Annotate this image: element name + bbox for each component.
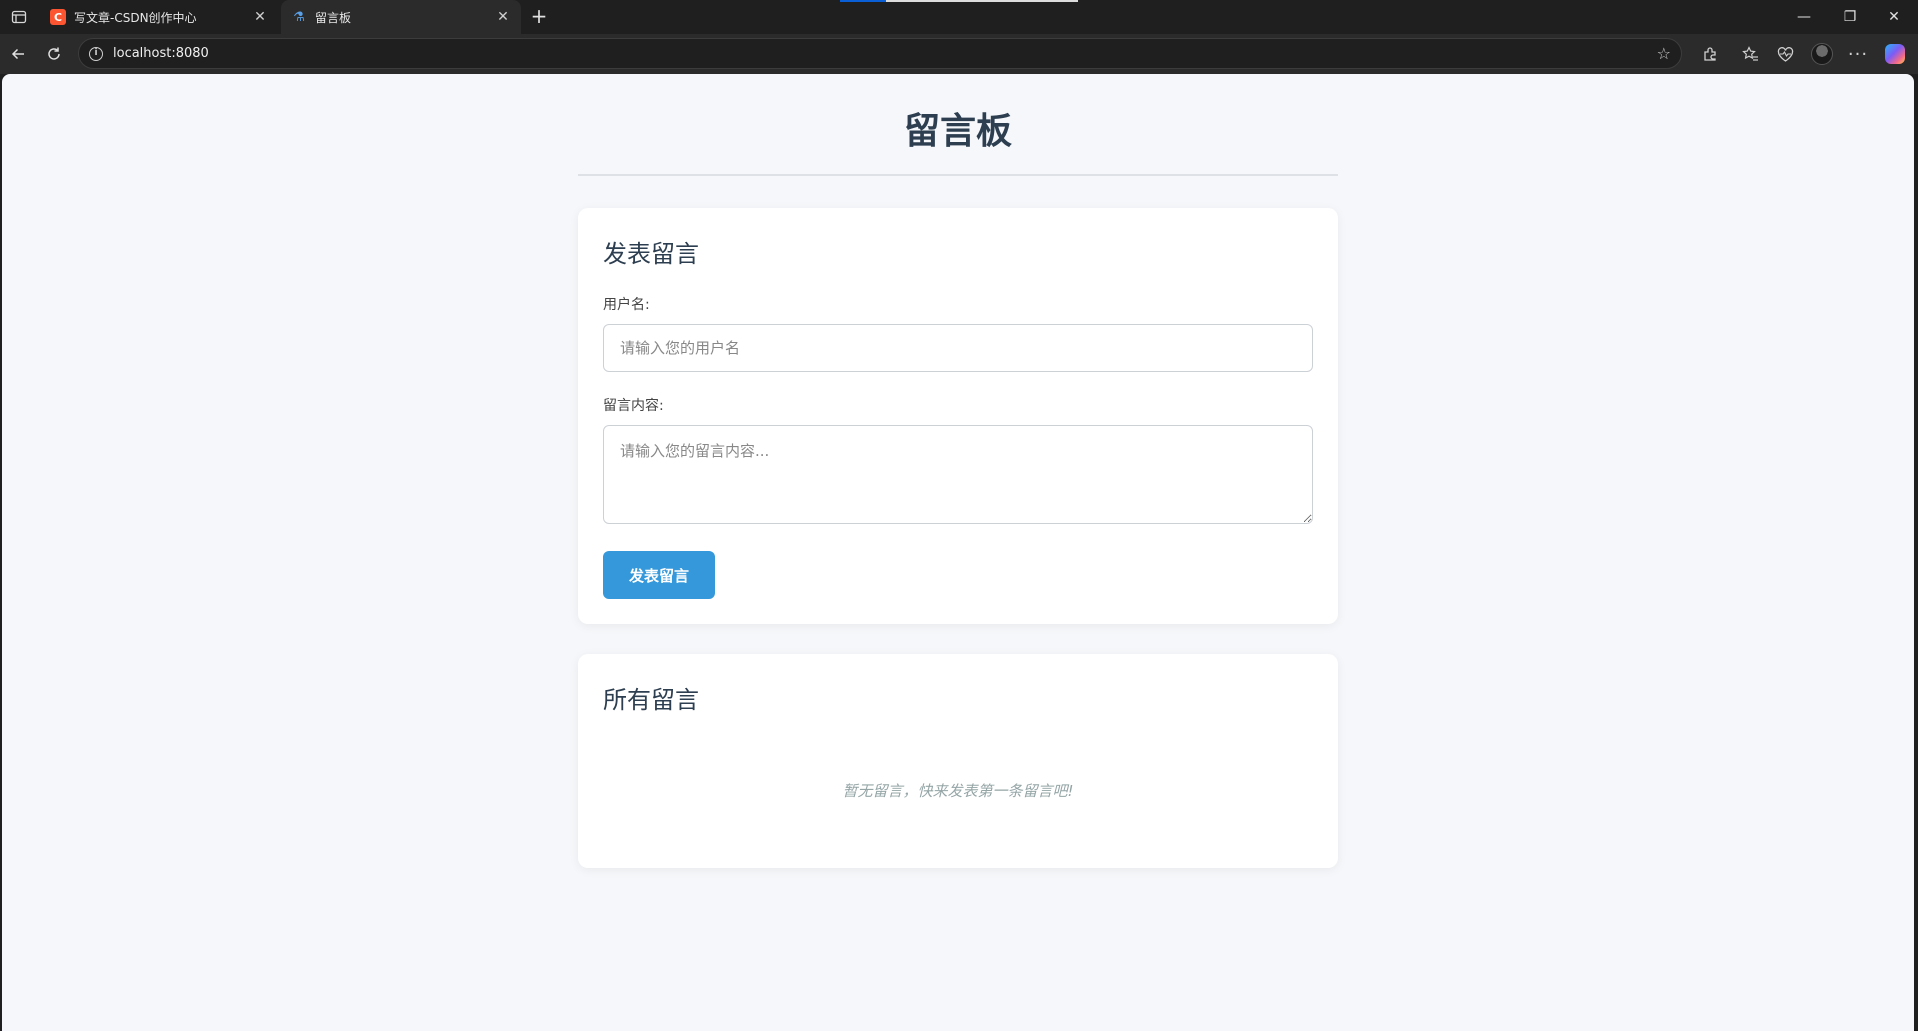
username-label: 用户名:: [603, 297, 650, 313]
submit-message-button[interactable]: 发表留言: [603, 551, 715, 599]
avatar: [1811, 43, 1833, 65]
title-divider: [578, 174, 1338, 176]
message-content-textarea[interactable]: [603, 425, 1313, 524]
close-icon[interactable]: ✕: [252, 9, 268, 25]
site-info-icon[interactable]: i: [89, 46, 103, 61]
new-tab-button[interactable]: +: [528, 5, 550, 27]
tab-csdn[interactable]: C 写文章-CSDN创作中心 ✕: [40, 0, 278, 34]
extensions-icon[interactable]: [1697, 42, 1723, 66]
close-icon[interactable]: ✕: [495, 9, 511, 25]
close-window-button[interactable]: ✕: [1876, 4, 1912, 30]
username-input[interactable]: [603, 324, 1313, 372]
list-heading: 所有留言: [603, 686, 699, 714]
browser-tab-strip: C 写文章-CSDN创作中心 ✕ ⚗ 留言板 ✕ + — ❐ ✕: [0, 0, 1918, 34]
page-icon: ⚗: [293, 9, 305, 25]
copilot-icon[interactable]: [1882, 42, 1908, 66]
content-label: 留言内容:: [603, 398, 664, 414]
tab-actions-icon[interactable]: [8, 6, 30, 28]
tab-title: 写文章-CSDN创作中心: [74, 10, 197, 25]
browser-toolbar: i localhost:8080 ☆ ···: [0, 34, 1918, 74]
back-arrow-icon[interactable]: [6, 42, 30, 66]
favorites-icon[interactable]: [1737, 42, 1763, 66]
url-text[interactable]: localhost:8080: [113, 46, 1657, 61]
refresh-icon[interactable]: [42, 42, 66, 66]
tab-title: 留言板: [315, 10, 352, 25]
csdn-logo-icon: C: [50, 9, 66, 25]
loading-indicator: [840, 0, 886, 2]
favorite-star-icon[interactable]: ☆: [1657, 44, 1671, 63]
restore-button[interactable]: ❐: [1832, 4, 1868, 30]
tab-message-board[interactable]: ⚗ 留言板 ✕: [281, 0, 521, 34]
post-message-card: 发表留言 用户名: 留言内容: 发表留言: [578, 208, 1338, 624]
copilot-logo-icon: [1885, 44, 1905, 64]
profile-avatar[interactable]: [1809, 42, 1835, 66]
page-viewport: 留言板 发表留言 用户名: 留言内容: 发表留言 所有留言 暂无留言，快来发表第…: [2, 74, 1914, 1031]
address-bar[interactable]: i localhost:8080 ☆: [78, 38, 1682, 69]
form-heading: 发表留言: [603, 240, 699, 268]
loading-indicator-track: [886, 0, 1078, 2]
empty-state-text: 暂无留言，快来发表第一条留言吧!: [842, 782, 1074, 800]
page-title: 留言板: [903, 111, 1012, 152]
minimize-button[interactable]: —: [1786, 4, 1822, 30]
browser-essentials-icon[interactable]: [1772, 42, 1798, 66]
more-options-icon[interactable]: ···: [1845, 42, 1871, 66]
messages-list-card: 所有留言 暂无留言，快来发表第一条留言吧!: [578, 654, 1338, 868]
